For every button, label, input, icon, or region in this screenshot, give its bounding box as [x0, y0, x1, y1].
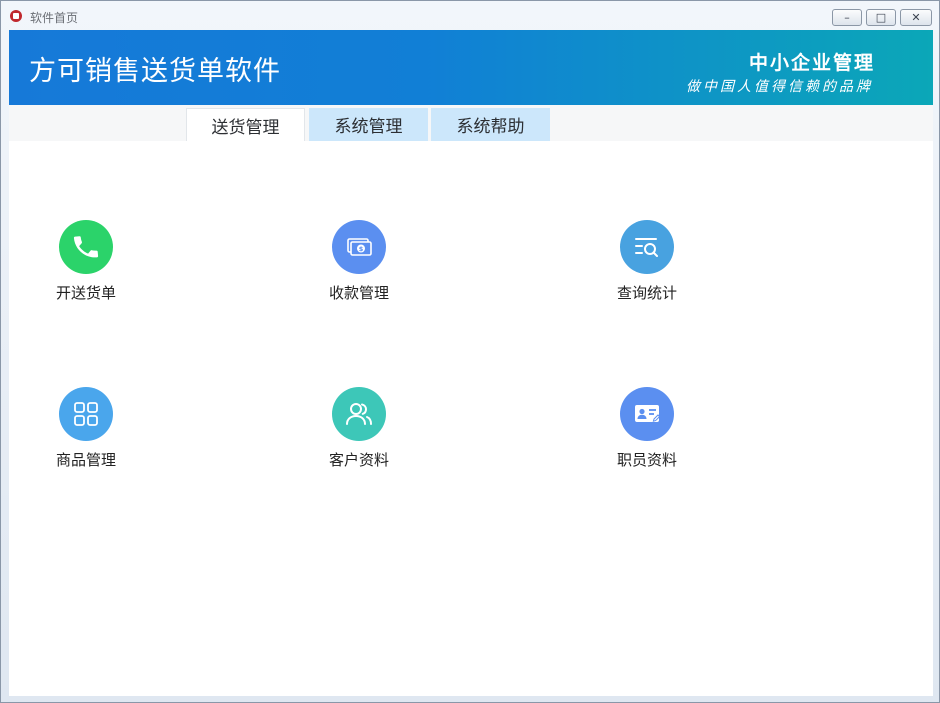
tile-label: 开送货单: [55, 284, 116, 302]
grid-icon: [59, 387, 113, 441]
tile-query-statistics[interactable]: 查询统计: [587, 220, 707, 330]
close-icon: ✕: [911, 11, 921, 24]
tile-product-management[interactable]: 商品管理: [26, 387, 146, 497]
tile-label: 客户资料: [328, 451, 389, 469]
id-card-icon: [620, 387, 674, 441]
minimize-icon: –: [844, 11, 850, 24]
tab-system-help[interactable]: 系统帮助: [431, 108, 550, 141]
tab-bar: 送货管理 系统管理 系统帮助: [9, 105, 933, 141]
tile-create-delivery[interactable]: 开送货单: [26, 220, 146, 330]
tile-label: 收款管理: [328, 284, 389, 302]
phone-icon: [59, 220, 113, 274]
tile-staff-info[interactable]: 职员资料: [587, 387, 707, 497]
main-content: 开送货单 $ 收款管理 查询统计 商品管理 客户资料 职员资料: [9, 141, 933, 696]
svg-text:$: $: [359, 245, 364, 253]
close-button[interactable]: ✕: [900, 9, 932, 26]
tab-label: 系统管理: [334, 117, 403, 137]
tile-customer-info[interactable]: 客户资料: [299, 387, 419, 497]
tile-payment-management[interactable]: $ 收款管理: [299, 220, 419, 330]
tab-system-management[interactable]: 系统管理: [309, 108, 428, 141]
app-logo-icon: [10, 10, 22, 22]
slogan-line-2: 做中国人值得信赖的品牌: [686, 79, 873, 95]
users-icon: [332, 387, 386, 441]
header-banner: 方可销售送货单软件 中小企业管理 做中国人值得信赖的品牌: [9, 30, 933, 105]
slogan-line-1: 中小企业管理: [748, 52, 875, 74]
tile-label: 职员资料: [616, 451, 677, 469]
tile-label: 查询统计: [616, 284, 677, 302]
search-list-icon: [620, 220, 674, 274]
tab-delivery-management[interactable]: 送货管理: [186, 108, 305, 141]
minimize-button[interactable]: –: [832, 9, 862, 26]
tab-label: 送货管理: [211, 117, 280, 138]
window-title: 软件首页: [30, 11, 79, 25]
tab-label: 系统帮助: [456, 117, 525, 137]
maximize-button[interactable]: □: [866, 9, 896, 26]
maximize-icon: □: [875, 11, 887, 24]
title-bar[interactable]: 软件首页 – □ ✕: [1, 1, 939, 29]
money-icon: $: [332, 220, 386, 274]
app-title: 方可销售送货单软件: [29, 56, 281, 87]
main-window: 软件首页 – □ ✕ 方可销售送货单软件 中小企业管理 做中国人值得信赖的品牌 …: [0, 0, 940, 703]
tile-label: 商品管理: [55, 451, 116, 469]
